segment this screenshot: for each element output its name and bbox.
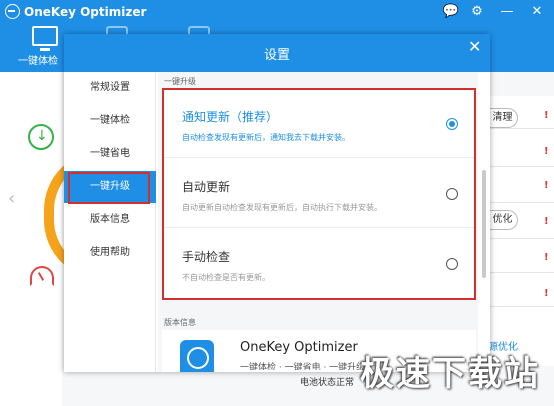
gauge-icon	[30, 266, 54, 286]
scrollbar[interactable]	[482, 170, 486, 278]
close-icon[interactable]: ✕	[468, 37, 481, 56]
divider	[488, 202, 554, 203]
cloud-download-icon	[28, 124, 54, 150]
optimize-button[interactable]: 优化	[488, 210, 518, 230]
battery-status: 电池状态正常	[300, 378, 355, 388]
option-desc: 自动检查发现有更新后，通知我去下载并安装。	[182, 133, 350, 142]
monitor-icon[interactable]	[32, 26, 58, 51]
watermark: 极速下载站	[360, 354, 540, 394]
section-label-version: 版本信息	[164, 318, 196, 327]
warning-icon: !	[544, 146, 549, 157]
app-logo-icon	[180, 340, 214, 372]
gear-icon[interactable]: ⚙	[466, 2, 488, 22]
app-titlebar: OneKey Optimizer 💬 ⚙ — ✕	[0, 0, 554, 24]
warning-icon: !	[544, 180, 549, 191]
divider	[488, 272, 554, 273]
upgrade-options: 通知更新（推荐） 自动检查发现有更新后，通知我去下载并安装。 自动更新 自动更新…	[162, 88, 476, 300]
settings-pane: 一键升级 通知更新（推荐） 自动检查发现有更新后，通知我去下载并安装。 自动更新…	[158, 72, 478, 372]
option-desc: 自动更新自动检查发现有更新后，自动执行下载并安装。	[182, 203, 382, 212]
nav-item-power-save[interactable]: 一键省电	[64, 138, 156, 170]
app-title: OneKey Optimizer	[24, 5, 147, 19]
settings-dialog: 设置 ✕ 常规设置 一键体检 一键省电 一键升级 版本信息 使用帮助 一键升级 …	[64, 34, 490, 372]
right-panel	[488, 96, 554, 366]
app-logo-icon	[5, 4, 20, 19]
section-label-upgrade: 一键升级	[164, 77, 196, 86]
toolbar-label-checkup[interactable]: 一键体检	[18, 52, 58, 67]
option-notify[interactable]: 通知更新（推荐） 自动检查发现有更新后，通知我去下载并安装。	[164, 90, 474, 158]
arrow-left-icon[interactable]: ‹	[8, 188, 15, 209]
close-button[interactable]: ✕	[526, 2, 548, 22]
warning-icon: !	[544, 216, 549, 227]
nav-item-help[interactable]: 使用帮助	[64, 237, 156, 269]
divider	[488, 238, 554, 239]
warning-icon: !	[544, 288, 549, 299]
divider	[488, 128, 554, 129]
option-title: 手动检查	[182, 250, 231, 264]
option-title: 自动更新	[182, 180, 231, 194]
version-name: OneKey Optimizer	[240, 340, 358, 355]
chat-icon[interactable]: 💬	[440, 2, 462, 22]
warning-icon: !	[544, 110, 549, 121]
option-auto[interactable]: 自动更新 自动更新自动检查发现有更新后，自动执行下载并安装。	[164, 160, 474, 228]
radio-notify[interactable]	[446, 118, 458, 130]
nav-item-upgrade[interactable]: 一键升级	[64, 171, 156, 204]
dialog-title: 设置	[263, 48, 290, 63]
nav-item-version[interactable]: 版本信息	[64, 204, 156, 236]
warning-icon: !	[544, 252, 549, 263]
clean-button[interactable]: 清理	[488, 108, 518, 128]
radio-auto[interactable]	[446, 188, 458, 200]
dialog-header: 设置 ✕	[64, 34, 490, 72]
nav-item-general[interactable]: 常规设置	[64, 72, 156, 104]
option-manual[interactable]: 手动检查 不自动检查是否有更新。	[164, 230, 474, 298]
radio-manual[interactable]	[446, 258, 458, 270]
divider	[488, 306, 554, 307]
divider	[488, 166, 554, 167]
option-title: 通知更新（推荐）	[182, 110, 279, 124]
minimize-button[interactable]: —	[496, 2, 518, 22]
settings-nav: 常规设置 一键体检 一键省电 一键升级 版本信息 使用帮助	[64, 72, 156, 372]
nav-item-checkup[interactable]: 一键体检	[64, 105, 156, 137]
option-desc: 不自动检查是否有更新。	[182, 273, 270, 282]
